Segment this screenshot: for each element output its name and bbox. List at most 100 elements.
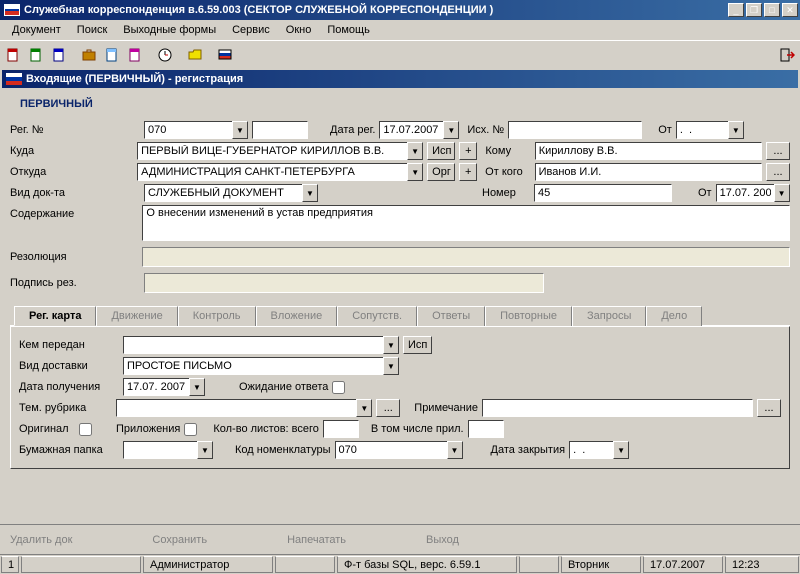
maximize-button[interactable]: □: [764, 3, 780, 17]
kuda-input[interactable]: [137, 142, 407, 160]
tab-delo[interactable]: Дело: [646, 306, 702, 326]
org-button[interactable]: Орг: [427, 163, 455, 181]
menu-forms[interactable]: Выходные формы: [115, 22, 224, 38]
ot2-date-combo[interactable]: ▼: [716, 184, 790, 202]
reg-no-input[interactable]: [144, 121, 232, 139]
menu-help[interactable]: Помощь: [319, 22, 378, 38]
chevron-down-icon[interactable]: ▼: [728, 121, 744, 139]
tab-dvizhenie[interactable]: Движение: [96, 306, 177, 326]
ot-date-combo[interactable]: ▼: [676, 121, 744, 139]
primechanie-input[interactable]: [482, 399, 753, 417]
print-button[interactable]: Напечатать: [287, 534, 346, 546]
ot2-date-input[interactable]: [716, 184, 774, 202]
tab-reg-karta[interactable]: Рег. карта: [14, 306, 96, 326]
tab-soputstv[interactable]: Сопутств.: [337, 306, 417, 326]
close-button[interactable]: ✕: [782, 3, 798, 17]
kod-nom-combo[interactable]: ▼: [335, 441, 463, 459]
otkuda-input[interactable]: [137, 163, 407, 181]
tab-zaprosy[interactable]: Запросы: [572, 306, 646, 326]
ozhidanie-checkbox[interactable]: [332, 381, 345, 394]
chevron-down-icon[interactable]: ▼: [232, 121, 248, 139]
ot-kogo-input[interactable]: [535, 163, 762, 181]
tab-vlozhenie[interactable]: Вложение: [256, 306, 338, 326]
vid-dokta-combo[interactable]: ▼: [144, 184, 318, 202]
chevron-down-icon[interactable]: ▼: [447, 441, 463, 459]
primechanie-dots[interactable]: ...: [757, 399, 781, 417]
toolbar-doc5-icon[interactable]: [124, 44, 146, 66]
kem-peredan-input[interactable]: [123, 336, 383, 354]
isp-button-2[interactable]: Исп: [403, 336, 432, 354]
menu-service[interactable]: Сервис: [224, 22, 278, 38]
tab-kontrol[interactable]: Контроль: [178, 306, 256, 326]
ot-date-input[interactable]: [676, 121, 728, 139]
prilozheniya-checkbox[interactable]: [184, 423, 197, 436]
toolbar-clock-icon[interactable]: [154, 44, 176, 66]
menu-window[interactable]: Окно: [278, 22, 320, 38]
label-kem-peredan: Кем передан: [19, 339, 119, 351]
tem-rubrika-combo[interactable]: ▼: [116, 399, 372, 417]
komu-input[interactable]: [535, 142, 762, 160]
tem-rubrika-input[interactable]: [116, 399, 356, 417]
primary-label: ПЕРВИЧНЫЙ: [10, 94, 790, 118]
chevron-down-icon[interactable]: ▼: [407, 163, 423, 181]
label-bum-papka: Бумажная папка: [19, 444, 119, 456]
chevron-down-icon[interactable]: ▼: [443, 121, 459, 139]
toolbar-exit-icon[interactable]: [776, 44, 798, 66]
kem-peredan-combo[interactable]: ▼: [123, 336, 399, 354]
bum-papka-input[interactable]: [123, 441, 197, 459]
save-button[interactable]: Сохранить: [152, 534, 207, 546]
toolbar-doc2-icon[interactable]: [25, 44, 47, 66]
chevron-down-icon[interactable]: ▼: [774, 184, 790, 202]
chevron-down-icon[interactable]: ▼: [197, 441, 213, 459]
toolbar-folder-icon[interactable]: [184, 44, 206, 66]
ot-kogo-dots-button[interactable]: ...: [766, 163, 790, 181]
minimize-button[interactable]: _: [728, 3, 744, 17]
reg-no-suffix-input[interactable]: [252, 121, 308, 139]
menu-search[interactable]: Поиск: [69, 22, 115, 38]
chevron-down-icon[interactable]: ▼: [189, 378, 205, 396]
menu-document[interactable]: Документ: [4, 22, 69, 38]
toolbar-flag-icon[interactable]: [214, 44, 236, 66]
nomer-input[interactable]: [534, 184, 672, 202]
vid-dostavki-combo[interactable]: ▼: [123, 357, 399, 375]
restore-button[interactable]: ❐: [746, 3, 762, 17]
toolbar-doc3-icon[interactable]: [48, 44, 70, 66]
data-polucheniya-input[interactable]: [123, 378, 189, 396]
chevron-down-icon[interactable]: ▼: [383, 357, 399, 375]
komu-dots-button[interactable]: ...: [766, 142, 790, 160]
soderzhanie-textarea[interactable]: О внесении изменений в устав предприятия: [142, 205, 790, 241]
plus-button-2[interactable]: +: [459, 163, 477, 181]
kod-nom-input[interactable]: [335, 441, 447, 459]
chevron-down-icon[interactable]: ▼: [383, 336, 399, 354]
data-zakrytiya-combo[interactable]: ▼: [569, 441, 629, 459]
original-checkbox[interactable]: [79, 423, 92, 436]
data-polucheniya-combo[interactable]: ▼: [123, 378, 205, 396]
chevron-down-icon[interactable]: ▼: [613, 441, 629, 459]
kuda-combo[interactable]: ▼: [137, 142, 423, 160]
chevron-down-icon[interactable]: ▼: [302, 184, 318, 202]
tab-povtornye[interactable]: Повторные: [485, 306, 572, 326]
delete-doc-button[interactable]: Удалить док: [10, 534, 72, 546]
plus-button[interactable]: +: [459, 142, 477, 160]
reg-no-combo[interactable]: ▼: [144, 121, 248, 139]
tab-otvety[interactable]: Ответы: [417, 306, 485, 326]
data-zakrytiya-input[interactable]: [569, 441, 613, 459]
toolbar-doc4-icon[interactable]: [101, 44, 123, 66]
otkuda-combo[interactable]: ▼: [137, 163, 423, 181]
chevron-down-icon[interactable]: ▼: [407, 142, 423, 160]
tem-rubrika-dots[interactable]: ...: [376, 399, 400, 417]
chevron-down-icon[interactable]: ▼: [356, 399, 372, 417]
reg-date-combo[interactable]: ▼: [379, 121, 459, 139]
isp-button[interactable]: Исп: [427, 142, 455, 160]
vid-dostavki-input[interactable]: [123, 357, 383, 375]
vid-dokta-input[interactable]: [144, 184, 302, 202]
toolbar-doc1-icon[interactable]: [2, 44, 24, 66]
toolbar-briefcase-icon[interactable]: [78, 44, 100, 66]
ish-no-input[interactable]: [508, 121, 642, 139]
vtom-input[interactable]: [468, 420, 504, 438]
status-empty1: [21, 556, 141, 573]
bum-papka-combo[interactable]: ▼: [123, 441, 213, 459]
kolvo-input[interactable]: [323, 420, 359, 438]
reg-date-input[interactable]: [379, 121, 443, 139]
exit-button[interactable]: Выход: [426, 534, 459, 546]
